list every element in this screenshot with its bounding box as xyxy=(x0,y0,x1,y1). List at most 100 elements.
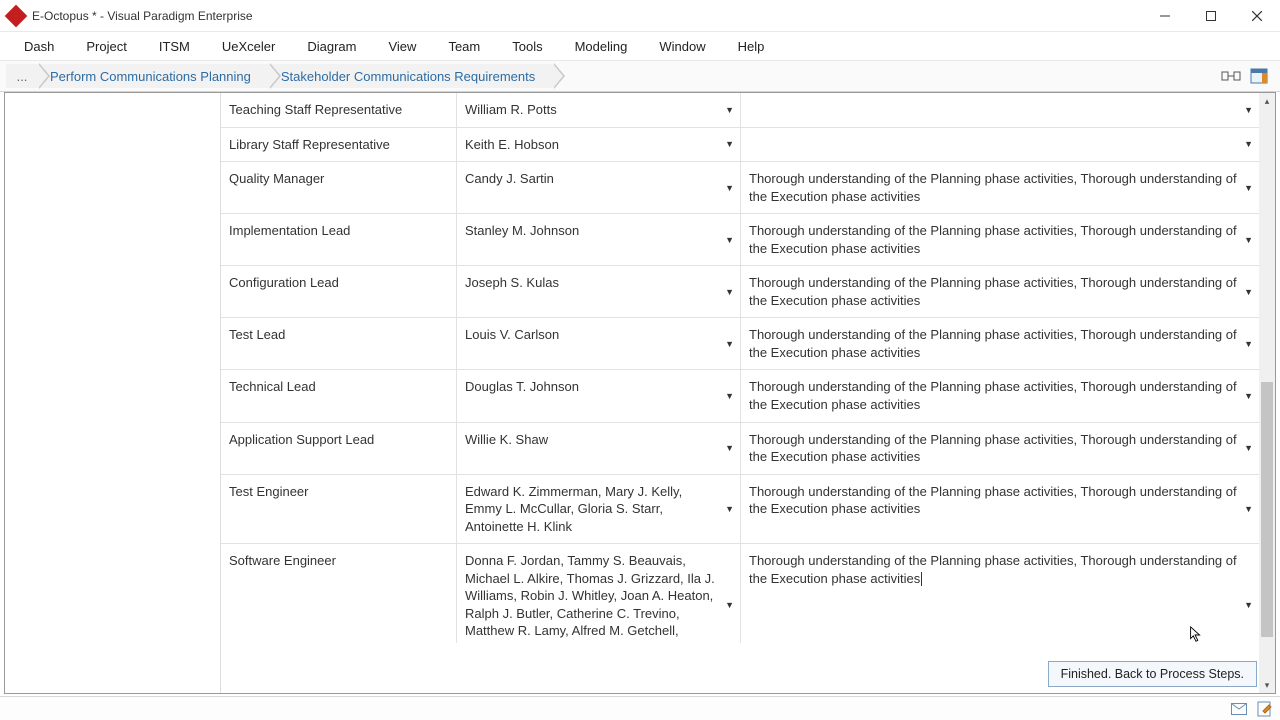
menu-project[interactable]: Project xyxy=(70,35,142,58)
role-cell[interactable]: Application Support Lead xyxy=(221,423,457,474)
layout-icon[interactable] xyxy=(1220,65,1242,87)
info-cell[interactable]: Thorough understanding of the Planning p… xyxy=(741,475,1259,544)
menu-tools[interactable]: Tools xyxy=(496,35,558,58)
vertical-scrollbar[interactable]: ▴ ▾ xyxy=(1259,93,1275,693)
info-cell[interactable]: Thorough understanding of the Planning p… xyxy=(741,214,1259,265)
dropdown-icon[interactable]: ▼ xyxy=(725,338,734,350)
person-cell[interactable]: Louis V. Carlson ▼ xyxy=(457,318,741,369)
breadcrumb-more-label: ... xyxy=(17,69,28,84)
table-row: Quality ManagerCandy J. Sartin▼Thorough … xyxy=(221,162,1259,214)
dropdown-icon[interactable]: ▼ xyxy=(725,138,734,150)
table-area: Teaching Staff RepresentativeWilliam R. … xyxy=(221,93,1275,693)
menubar: Dash Project ITSM UeXceler Diagram View … xyxy=(0,32,1280,60)
table-row: Library Staff RepresentativeKeith E. Hob… xyxy=(221,128,1259,163)
dropdown-icon[interactable]: ▼ xyxy=(725,390,734,402)
dropdown-icon[interactable]: ▼ xyxy=(725,286,734,298)
dropdown-icon[interactable]: ▼ xyxy=(1244,338,1253,350)
scroll-thumb[interactable] xyxy=(1261,382,1273,638)
person-cell-text: William R. Potts xyxy=(465,101,557,119)
edit-note-icon[interactable] xyxy=(1256,700,1274,718)
info-cell[interactable]: Thorough understanding of the Planning p… xyxy=(741,266,1259,317)
role-cell[interactable]: Software Engineer xyxy=(221,544,457,643)
minimize-button[interactable] xyxy=(1142,0,1188,32)
dropdown-icon[interactable]: ▼ xyxy=(1244,234,1253,246)
scroll-up-icon[interactable]: ▴ xyxy=(1259,93,1275,109)
person-cell[interactable]: Stanley M. Johnson▼ xyxy=(457,214,741,265)
breadcrumb-tools xyxy=(1220,65,1274,87)
scroll-down-icon[interactable]: ▾ xyxy=(1259,677,1275,693)
info-cell[interactable]: ▼ xyxy=(741,128,1259,162)
dropdown-icon[interactable]: ▼ xyxy=(1244,182,1253,194)
dropdown-icon[interactable]: ▼ xyxy=(725,599,734,611)
scroll-track[interactable] xyxy=(1259,109,1275,677)
person-cell[interactable]: Donna F. Jordan, Tammy S. Beauvais, Mich… xyxy=(457,544,741,643)
finished-button[interactable]: Finished. Back to Process Steps. xyxy=(1048,661,1257,687)
info-cell[interactable]: Thorough understanding of the Planning p… xyxy=(741,423,1259,474)
breadcrumb-item-1-label: Perform Communications Planning xyxy=(50,69,251,84)
person-cell-text: Louis V. Carlson xyxy=(465,326,559,344)
menu-uexceler[interactable]: UeXceler xyxy=(206,35,291,58)
dropdown-icon[interactable]: ▼ xyxy=(1244,286,1253,298)
breadcrumb-bar: ... Perform Communications Planning Stak… xyxy=(0,60,1280,92)
menu-dash[interactable]: Dash xyxy=(8,35,70,58)
panel-icon[interactable] xyxy=(1248,65,1270,87)
role-cell[interactable]: Teaching Staff Representative xyxy=(221,93,457,127)
dropdown-icon[interactable]: ▼ xyxy=(1244,390,1253,402)
person-cell[interactable]: Douglas T. Johnson▼ xyxy=(457,370,741,421)
person-cell[interactable]: William R. Potts ▼ xyxy=(457,93,741,127)
role-cell[interactable]: Implementation Lead xyxy=(221,214,457,265)
info-cell[interactable]: Thorough understanding of the Planning p… xyxy=(741,370,1259,421)
window-title: E-Octopus * - Visual Paradigm Enterprise xyxy=(32,9,1142,23)
dropdown-icon[interactable]: ▼ xyxy=(1244,138,1253,150)
dropdown-icon[interactable]: ▼ xyxy=(725,442,734,454)
breadcrumb-item-2[interactable]: Stakeholder Communications Requirements xyxy=(259,64,553,88)
titlebar: E-Octopus * - Visual Paradigm Enterprise xyxy=(0,0,1280,32)
close-button[interactable] xyxy=(1234,0,1280,32)
menu-team[interactable]: Team xyxy=(432,35,496,58)
person-cell[interactable]: Candy J. Sartin▼ xyxy=(457,162,741,213)
role-cell[interactable]: Quality Manager xyxy=(221,162,457,213)
info-cell-text: Thorough understanding of the Planning p… xyxy=(749,552,1239,587)
role-cell[interactable]: Test Lead xyxy=(221,318,457,369)
dropdown-icon[interactable]: ▼ xyxy=(725,503,734,515)
person-cell[interactable]: Willie K. Shaw▼ xyxy=(457,423,741,474)
info-cell-text: Thorough understanding of the Planning p… xyxy=(749,170,1239,205)
dropdown-icon[interactable]: ▼ xyxy=(1244,599,1253,611)
dropdown-icon[interactable]: ▼ xyxy=(1244,104,1253,116)
menu-itsm[interactable]: ITSM xyxy=(143,35,206,58)
window-buttons xyxy=(1142,0,1280,32)
person-cell[interactable]: Joseph S. Kulas▼ xyxy=(457,266,741,317)
info-cell[interactable]: ▼ xyxy=(741,93,1259,127)
dropdown-icon[interactable]: ▼ xyxy=(725,182,734,194)
info-cell-text: Thorough understanding of the Planning p… xyxy=(749,378,1239,413)
table-row: Test Lead Louis V. Carlson ▼ Thorough under… xyxy=(221,318,1259,370)
role-cell[interactable]: Technical Lead xyxy=(221,370,457,421)
info-cell[interactable]: Thorough understanding of the Planning p… xyxy=(741,544,1259,643)
role-cell[interactable]: Configuration Lead xyxy=(221,266,457,317)
person-cell-text: Keith E. Hobson xyxy=(465,136,559,154)
breadcrumb-item-1[interactable]: Perform Communications Planning xyxy=(28,64,269,88)
dropdown-icon[interactable]: ▼ xyxy=(1244,503,1253,515)
person-cell[interactable]: Keith E. Hobson ▼ xyxy=(457,128,741,162)
mail-icon[interactable] xyxy=(1230,700,1248,718)
person-cell[interactable]: Edward K. Zimmerman, Mary J. Kelly, Emmy… xyxy=(457,475,741,544)
menu-modeling[interactable]: Modeling xyxy=(559,35,644,58)
stakeholder-table: Teaching Staff RepresentativeWilliam R. … xyxy=(221,93,1259,643)
info-cell-text: Thorough understanding of the Planning p… xyxy=(749,326,1239,361)
info-cell[interactable]: Thorough understanding of the Planning p… xyxy=(741,162,1259,213)
dropdown-icon[interactable]: ▼ xyxy=(1244,442,1253,454)
info-cell[interactable]: Thorough understanding of the Planning p… xyxy=(741,318,1259,369)
menu-window[interactable]: Window xyxy=(643,35,721,58)
info-cell-text: Thorough understanding of the Planning p… xyxy=(749,483,1239,518)
menu-diagram[interactable]: Diagram xyxy=(291,35,372,58)
dropdown-icon[interactable]: ▼ xyxy=(725,104,734,116)
menu-help[interactable]: Help xyxy=(722,35,781,58)
menu-view[interactable]: View xyxy=(372,35,432,58)
dropdown-icon[interactable]: ▼ xyxy=(725,234,734,246)
role-cell[interactable]: Library Staff Representative xyxy=(221,128,457,162)
role-cell[interactable]: Test Engineer xyxy=(221,475,457,544)
statusbar xyxy=(0,696,1280,720)
maximize-button[interactable] xyxy=(1188,0,1234,32)
finished-button-label: Finished. Back to Process Steps. xyxy=(1061,667,1244,681)
person-cell-text: Donna F. Jordan, Tammy S. Beauvais, Mich… xyxy=(465,552,720,643)
